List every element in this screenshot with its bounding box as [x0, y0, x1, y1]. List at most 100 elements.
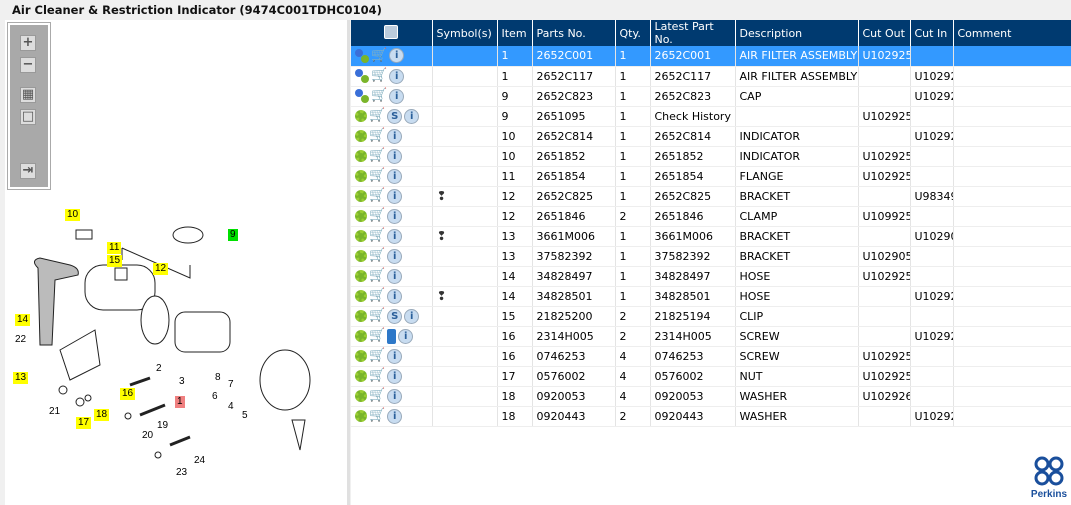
table-row[interactable]: 🛒i10265185212651852INDICATORU102925D [351, 146, 1071, 167]
info-icon[interactable]: i [404, 308, 420, 324]
gear-icon[interactable] [355, 150, 367, 162]
callout-label[interactable]: 14 [15, 314, 31, 326]
gear-icon[interactable] [355, 250, 367, 262]
info-icon[interactable]: i [404, 108, 420, 124]
fit-view-button[interactable]: ▦ [20, 87, 36, 103]
book-icon[interactable] [387, 328, 397, 344]
column-header[interactable]: Qty. [615, 20, 651, 46]
table-row[interactable]: 🛒i12265184622651846CLAMPU109925D [351, 206, 1071, 227]
callout-label[interactable]: 1 [175, 396, 185, 408]
table-row[interactable]: 🛒i11265185412651854FLANGEU102925D [351, 166, 1071, 187]
callout-label[interactable]: 15 [107, 255, 123, 267]
gear-icon[interactable] [355, 170, 367, 182]
gear-icon[interactable] [355, 330, 367, 342]
column-header[interactable]: Comment [953, 20, 1071, 46]
shopping-cart-icon[interactable]: 🛒 [371, 69, 387, 82]
shopping-cart-icon[interactable]: 🛒 [369, 169, 385, 182]
info-icon[interactable]: i [389, 88, 405, 104]
assembly-gears-icon[interactable] [355, 48, 369, 63]
table-row[interactable]: 🛒 Si 15 21825200 2 21825194 CLIP [351, 306, 1071, 327]
callout-label[interactable]: 9 [228, 229, 238, 241]
shopping-cart-icon[interactable]: 🛒 [369, 229, 385, 242]
column-header[interactable] [351, 20, 433, 46]
export-button[interactable]: ⇥ [20, 163, 36, 179]
table-row[interactable]: 🛒i❢133661M00613661M006BRACKETU10290 [351, 226, 1071, 247]
shopping-cart-icon[interactable]: 🛒 [369, 149, 385, 162]
table-row[interactable]: 🛒i102652C81412652C814INDICATORU10292 [351, 126, 1071, 147]
shopping-cart-icon[interactable]: 🛒 [371, 89, 387, 102]
table-row[interactable]: 🛒i❢1434828501134828501HOSEU10292 [351, 286, 1071, 307]
callout-label[interactable]: 18 [94, 409, 110, 421]
table-row[interactable]: 🛒 i 1 2652C001 1 2652C001 AIR FILTER ASSEMBLY U… [351, 46, 1071, 67]
info-icon[interactable]: i [387, 168, 403, 184]
info-icon[interactable]: i [387, 228, 403, 244]
column-header[interactable]: Cut In [910, 20, 954, 46]
callout-label[interactable]: 12 [153, 263, 169, 275]
column-header[interactable]: Latest Part No. [650, 20, 736, 46]
table-row[interactable]: 🛒i162314H00522314H005SCREWU10292 [351, 326, 1071, 347]
shopping-cart-icon[interactable]: 🛒 [369, 189, 385, 202]
column-header[interactable]: Description [735, 20, 859, 46]
callout-label[interactable]: 16 [120, 388, 136, 400]
column-header[interactable]: Parts No. [532, 20, 616, 46]
assembly-gears-icon[interactable] [355, 89, 369, 103]
gear-icon[interactable] [355, 190, 367, 202]
table-row[interactable]: 🛒i92652C82312652C823CAPU10292 [351, 86, 1071, 107]
gear-icon[interactable] [355, 290, 367, 302]
table-row[interactable]: 🛒Si 926510951Check History U102925D [351, 106, 1071, 127]
shopping-cart-icon[interactable]: 🛒 [369, 369, 385, 382]
table-row[interactable]: 🛒i1337582392137582392BRACKETU102905D [351, 246, 1071, 267]
gear-icon[interactable] [355, 230, 367, 242]
shopping-cart-icon[interactable]: 🛒 [369, 389, 385, 402]
info-icon[interactable]: i [398, 328, 414, 344]
zoom-out-button[interactable]: − [20, 57, 36, 73]
gear-icon[interactable] [355, 350, 367, 362]
info-icon[interactable]: i [389, 48, 405, 64]
gear-icon[interactable] [355, 110, 367, 122]
callout-label[interactable]: 10 [65, 209, 81, 221]
search-parts-icon[interactable] [384, 24, 399, 39]
shopping-cart-icon[interactable]: 🛒 [369, 109, 385, 122]
actual-size-button[interactable]: □ [20, 109, 36, 125]
table-row[interactable]: 🛒i16074625340746253SCREWU102925D [351, 346, 1071, 367]
info-icon[interactable]: i [387, 148, 403, 164]
gear-icon[interactable] [355, 210, 367, 222]
info-icon[interactable]: i [387, 268, 403, 284]
info-icon[interactable]: i [387, 348, 403, 364]
service-s-icon[interactable]: S [387, 108, 403, 124]
callout-label[interactable]: 11 [107, 242, 122, 254]
shopping-cart-icon[interactable]: 🛒 [369, 409, 385, 422]
gear-icon[interactable] [355, 310, 367, 322]
info-icon[interactable]: i [387, 288, 403, 304]
info-icon[interactable]: i [387, 128, 403, 144]
gear-icon[interactable] [355, 130, 367, 142]
assembly-gears-icon[interactable] [355, 69, 369, 83]
zoom-in-button[interactable]: + [20, 35, 36, 51]
service-s-icon[interactable]: S [387, 308, 403, 324]
shopping-cart-icon[interactable]: 🛒 [369, 329, 385, 342]
info-icon[interactable]: i [387, 208, 403, 224]
info-icon[interactable]: i [387, 388, 403, 404]
gear-icon[interactable] [355, 370, 367, 382]
info-icon[interactable]: i [387, 368, 403, 384]
gear-icon[interactable] [355, 390, 367, 402]
column-header[interactable]: Cut Out [858, 20, 911, 46]
table-row[interactable]: 🛒i18092044320920443WASHERU10292 [351, 406, 1071, 427]
table-row[interactable]: 🛒i1434828497134828497HOSEU102925D [351, 266, 1071, 287]
shopping-cart-icon[interactable]: 🛒 [369, 349, 385, 362]
info-icon[interactable]: i [387, 408, 403, 424]
panel-splitter[interactable] [347, 20, 350, 505]
shopping-cart-icon[interactable]: 🛒 [369, 289, 385, 302]
info-icon[interactable]: i [387, 188, 403, 204]
info-icon[interactable]: i [387, 248, 403, 264]
table-row[interactable]: 🛒i17057600240576002NUTU102925D [351, 366, 1071, 387]
shopping-cart-icon[interactable]: 🛒 [369, 209, 385, 222]
table-row[interactable]: 🛒i❢122652C82512652C825BRACKETU98349 [351, 186, 1071, 207]
column-header[interactable]: Symbol(s) [432, 20, 498, 46]
shopping-cart-icon[interactable]: 🛒 [369, 249, 385, 262]
table-row[interactable]: 🛒 i 1 2652C117 1 2652C117 AIR FILTER ASSEMBLY U… [351, 66, 1071, 87]
shopping-cart-icon[interactable]: 🛒 [369, 269, 385, 282]
shopping-cart-icon[interactable]: 🛒 [371, 49, 387, 62]
gear-icon[interactable] [355, 410, 367, 422]
callout-label[interactable]: 13 [13, 372, 29, 384]
